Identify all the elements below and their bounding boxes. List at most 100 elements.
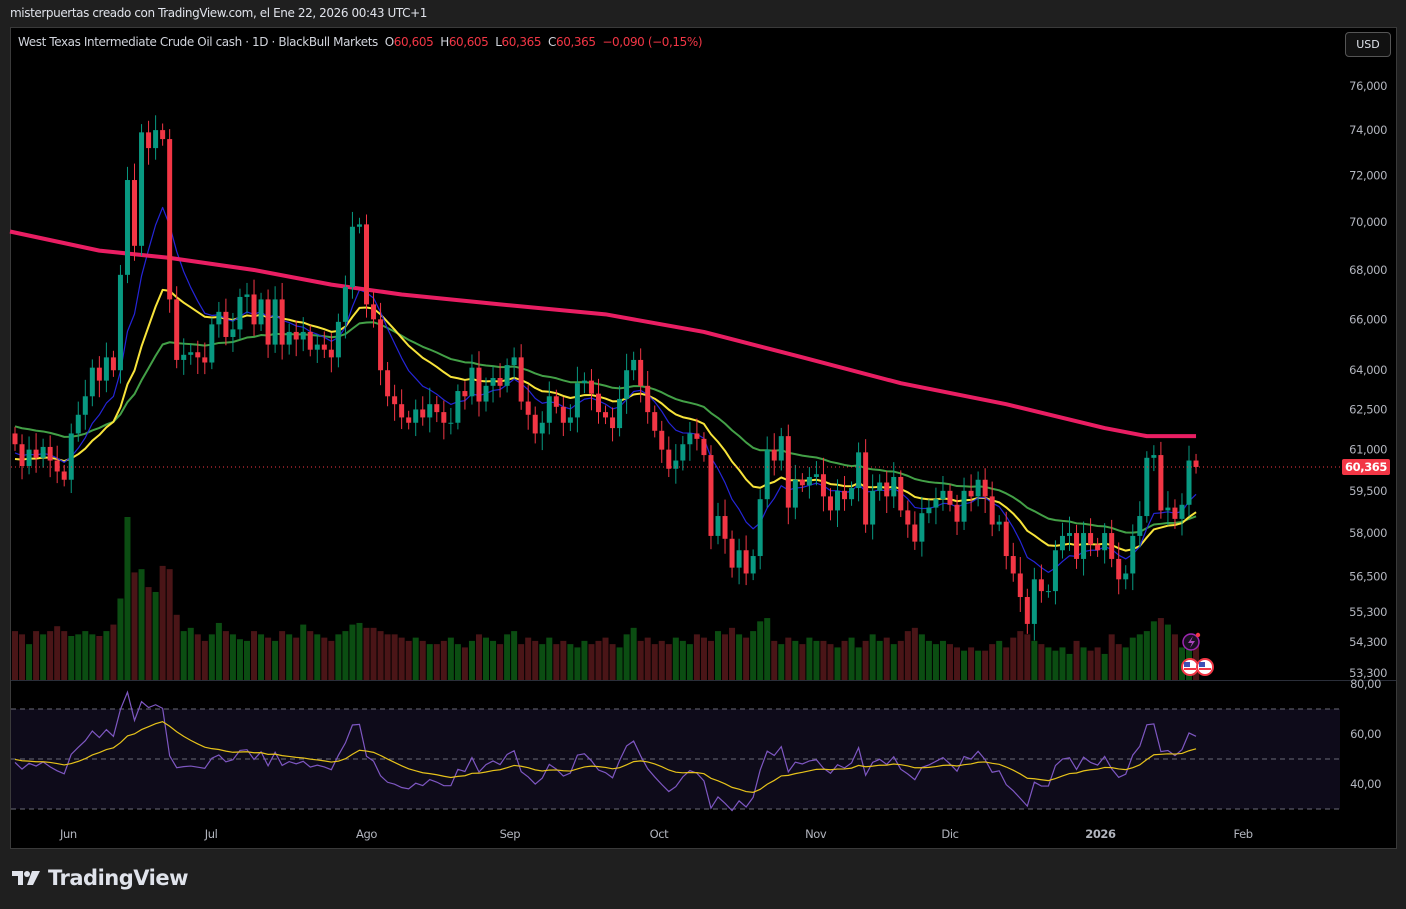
- symbol-title: West Texas Intermediate Crude Oil cash ·…: [18, 35, 378, 49]
- candle-body: [1038, 579, 1044, 592]
- candle: [1059, 522, 1065, 559]
- volume-bar: [342, 631, 349, 680]
- candle-body: [813, 474, 819, 477]
- candle-body: [799, 479, 805, 486]
- candle: [1102, 523, 1108, 564]
- candle-body: [1031, 579, 1037, 624]
- candle: [919, 496, 925, 557]
- flag-canton: [1184, 662, 1190, 667]
- price-chart[interactable]: 76,000 74,000 72,000 70,000 68,000 66,000 64,0…: [0, 0, 1406, 909]
- candle-body: [1095, 544, 1101, 551]
- candle-body: [216, 311, 222, 325]
- candle: [167, 129, 173, 313]
- us-flag-event-icon[interactable]: [1196, 658, 1214, 676]
- volume-bar: [1010, 637, 1017, 680]
- volume-bar: [602, 637, 609, 680]
- candle-body: [975, 479, 981, 497]
- candle-body: [982, 479, 988, 497]
- volume-bar: [335, 634, 342, 680]
- candle: [912, 511, 918, 550]
- candle: [1095, 537, 1101, 557]
- candle-body: [455, 391, 461, 423]
- candle-body: [356, 224, 362, 227]
- candle-body: [912, 524, 918, 542]
- volume-bar: [665, 644, 672, 680]
- candle-body: [1081, 533, 1087, 559]
- candle: [68, 423, 74, 494]
- lightning-event-icon[interactable]: [1182, 632, 1201, 651]
- candle-body: [1137, 516, 1143, 536]
- candle-body: [884, 482, 890, 497]
- candle-body: [680, 444, 686, 461]
- volume-bar: [553, 644, 560, 680]
- candle-body: [546, 396, 552, 423]
- volume-bar: [138, 569, 145, 680]
- candle: [827, 488, 833, 521]
- volume-bar: [1031, 640, 1038, 680]
- volume-bar: [1115, 644, 1122, 680]
- volume-bar: [560, 640, 567, 680]
- volume-bar: [595, 640, 602, 680]
- flag-stripe: [1184, 668, 1196, 670]
- candle-body: [785, 436, 791, 508]
- candle-body: [462, 391, 468, 397]
- volume-bar: [890, 644, 897, 680]
- candle: [680, 435, 686, 471]
- candle-body: [827, 496, 833, 511]
- candle-body: [1130, 535, 1136, 574]
- candle-body: [645, 385, 651, 413]
- flag-canton: [1199, 662, 1205, 667]
- candle: [1038, 564, 1044, 603]
- candle-body: [919, 513, 925, 542]
- candle-body: [434, 404, 440, 413]
- volume-bar: [1003, 647, 1010, 680]
- volume-bar: [40, 634, 47, 680]
- currency-button[interactable]: USD: [1345, 32, 1391, 57]
- candle: [947, 484, 953, 512]
- candle-body: [413, 409, 419, 423]
- notification-dot: [1195, 632, 1201, 638]
- candle-body: [68, 433, 74, 480]
- open-value: 60,605: [393, 35, 434, 49]
- volume-bar: [124, 517, 131, 680]
- candle: [103, 342, 109, 393]
- volume-bar: [764, 618, 771, 680]
- candle-body: [631, 359, 637, 371]
- candle: [595, 378, 601, 424]
- candle-body: [47, 446, 53, 461]
- candle-body: [1151, 455, 1157, 458]
- candle-body: [1017, 573, 1023, 598]
- volume-bar: [1150, 621, 1157, 680]
- candle-body: [139, 132, 145, 246]
- candle-body: [905, 510, 911, 525]
- candle: [1081, 521, 1087, 576]
- volume-bar: [686, 644, 693, 680]
- us-flag-event-icon[interactable]: [1181, 658, 1199, 676]
- candle: [139, 124, 145, 256]
- candle: [1165, 491, 1171, 526]
- candle: [694, 418, 700, 451]
- candle-body: [75, 414, 81, 434]
- rsi-tick-label: 60,00: [1350, 727, 1381, 741]
- price-tick-label: 68,000: [1349, 263, 1387, 277]
- volume-bar: [869, 634, 876, 680]
- candle-body: [103, 357, 109, 381]
- candle-body: [659, 430, 665, 450]
- low-value: 60,365: [501, 35, 542, 49]
- candle-body: [181, 354, 187, 360]
- candle-body: [385, 370, 391, 397]
- candle: [33, 433, 39, 473]
- candle: [364, 214, 369, 318]
- tradingview-logo[interactable]: TradingView: [12, 866, 188, 890]
- candle-body: [1067, 533, 1072, 536]
- candle-body: [722, 516, 728, 539]
- candle-body: [237, 296, 243, 330]
- candle: [258, 292, 264, 331]
- candle-body: [1116, 558, 1122, 580]
- volume-bar: [925, 640, 932, 680]
- candle: [12, 426, 18, 451]
- volume-bar: [581, 640, 588, 680]
- candle-body: [595, 393, 601, 413]
- candle: [764, 436, 770, 508]
- candle-body: [293, 331, 299, 340]
